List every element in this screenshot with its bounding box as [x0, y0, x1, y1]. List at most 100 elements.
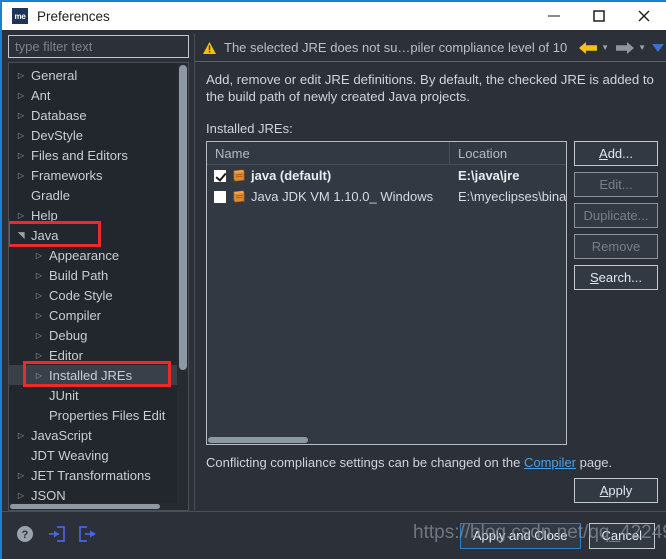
preferences-tree-container: ▷ General ▷ Ant ▷ Database ▷ DevStyle ▷ Files and…	[8, 62, 189, 511]
column-header-name[interactable]: Name	[207, 142, 450, 164]
chevron-right-icon[interactable]: ▷	[13, 171, 29, 180]
jre-name: Java JDK VM 1.10.0_ Windows	[251, 189, 434, 204]
app-icon: me	[12, 8, 28, 24]
warning-banner: The selected JRE does not su…piler compl…	[195, 34, 666, 62]
sidebar-horizontal-scrollbar[interactable]	[9, 503, 177, 510]
chevron-right-icon[interactable]: ▷	[31, 251, 47, 260]
sidebar-item-jdt-weaving[interactable]: JDT Weaving	[9, 445, 177, 465]
back-history-chevron-down-icon[interactable]: ▼	[600, 43, 613, 52]
chevron-right-icon[interactable]: ▷	[13, 131, 29, 140]
overflow-chevron-icon[interactable]	[650, 42, 666, 54]
table-horizontal-scrollbar[interactable]	[207, 436, 566, 444]
back-button[interactable]	[576, 40, 600, 56]
minimize-button[interactable]	[531, 2, 576, 30]
jre-checkbox[interactable]	[214, 190, 226, 203]
search-button[interactable]: Search...	[574, 265, 658, 290]
chevron-right-icon[interactable]: ▷	[31, 311, 47, 320]
apply-button-rest: pply	[608, 483, 633, 498]
add-button[interactable]: Add...	[574, 141, 658, 166]
maximize-button[interactable]	[576, 2, 621, 30]
jre-table[interactable]: Name Location java (default) E:\java\jre J…	[206, 141, 567, 445]
help-icon[interactable]: ?	[16, 525, 34, 546]
dialog-footer: ? Apply and Close Cancel	[2, 511, 666, 559]
warning-icon	[202, 41, 217, 55]
sidebar-item-label: Database	[31, 107, 87, 123]
chevron-right-icon[interactable]: ▷	[13, 91, 29, 100]
sidebar-item-compiler[interactable]: ▷ Compiler	[9, 305, 177, 325]
sidebar-item-gradle[interactable]: Gradle	[9, 185, 177, 205]
search-input[interactable]	[8, 35, 189, 58]
import-preferences-icon[interactable]	[46, 525, 66, 546]
apply-button[interactable]: Apply	[574, 478, 658, 503]
sidebar-item-database[interactable]: ▷ Database	[9, 105, 177, 125]
table-row[interactable]: Java JDK VM 1.10.0_ Windows E:\myeclipses…	[207, 186, 566, 207]
preferences-tree[interactable]: ▷ General ▷ Ant ▷ Database ▷ DevStyle ▷ Files and…	[9, 63, 177, 510]
sidebar-item-help[interactable]: ▷ Help	[9, 205, 177, 225]
chevron-right-icon[interactable]: ▷	[31, 291, 47, 300]
sidebar-item-debug[interactable]: ▷ Debug	[9, 325, 177, 345]
sidebar-item-label: Files and Editors	[31, 147, 128, 163]
sidebar-vertical-scrollbar[interactable]	[177, 63, 188, 510]
sidebar-item-json[interactable]: ▷ JSON	[9, 485, 177, 505]
sidebar-item-label: Ant	[31, 87, 51, 103]
sidebar-item-frameworks[interactable]: ▷ Frameworks	[9, 165, 177, 185]
table-row[interactable]: java (default) E:\java\jre	[207, 165, 566, 186]
compiler-link[interactable]: Compiler	[524, 455, 576, 470]
forward-history-chevron-down-icon[interactable]: ▼	[637, 43, 650, 52]
sidebar-item-devstyle[interactable]: ▷ DevStyle	[9, 125, 177, 145]
chevron-right-icon[interactable]: ▷	[13, 431, 29, 440]
sidebar-scrollbar-thumb[interactable]	[179, 65, 187, 370]
forward-button	[613, 40, 637, 56]
sidebar-item-label: Build Path	[49, 267, 109, 283]
sidebar-item-general[interactable]: ▷ General	[9, 65, 177, 85]
jre-location: E:\myeclipses\binary\	[458, 189, 566, 204]
chevron-right-icon[interactable]: ▷	[13, 211, 29, 220]
sidebar-item-code-style[interactable]: ▷ Code Style	[9, 285, 177, 305]
cell-name: Java JDK VM 1.10.0_ Windows	[207, 189, 450, 204]
remove-button: Remove	[574, 234, 658, 259]
window-title: Preferences	[37, 8, 110, 24]
apply-and-close-button[interactable]: Apply and Close	[459, 522, 581, 549]
sidebar-item-label: Frameworks	[31, 167, 103, 183]
export-preferences-icon[interactable]	[78, 525, 98, 546]
filter-row	[6, 34, 191, 61]
chevron-down-icon[interactable]: ◢	[16, 227, 27, 243]
chevron-right-icon[interactable]: ▷	[31, 351, 47, 360]
sidebar-item-label: Compiler	[49, 307, 102, 323]
sidebar-item-java[interactable]: ◢ Java	[9, 225, 177, 245]
chevron-right-icon[interactable]: ▷	[13, 111, 29, 120]
sidebar-item-javascript[interactable]: ▷ JavaScript	[9, 425, 177, 445]
edit-button: Edit...	[574, 172, 658, 197]
sidebar-hscrollbar-thumb[interactable]	[10, 504, 160, 509]
chevron-right-icon[interactable]: ▷	[13, 151, 29, 160]
sidebar-item-junit[interactable]: JUnit	[9, 385, 177, 405]
chevron-right-icon[interactable]: ▷	[13, 471, 29, 480]
sidebar-item-label: General	[31, 67, 78, 83]
sidebar-item-editor[interactable]: ▷ Editor	[9, 345, 177, 365]
table-body: java (default) E:\java\jre Java JDK VM 1.1…	[207, 165, 566, 436]
cancel-button[interactable]: Cancel	[588, 522, 655, 549]
chevron-right-icon[interactable]: ▷	[31, 331, 47, 340]
sidebar-item-files-and-editors[interactable]: ▷ Files and Editors	[9, 145, 177, 165]
sidebar-item-label: DevStyle	[31, 127, 84, 143]
close-button[interactable]	[621, 2, 666, 30]
sidebar-item-appearance[interactable]: ▷ Appearance	[9, 245, 177, 265]
sidebar-item-jet-transformations[interactable]: ▷ JET Transformations	[9, 465, 177, 485]
chevron-right-icon[interactable]: ▷	[13, 71, 29, 80]
sidebar-item-installed-jres[interactable]: ▷ Installed JREs	[9, 365, 177, 385]
sidebar-item-build-path[interactable]: ▷ Build Path	[9, 265, 177, 285]
column-header-location[interactable]: Location	[450, 142, 566, 164]
sidebar-item-label: Gradle	[31, 187, 71, 203]
chevron-right-icon[interactable]: ▷	[31, 371, 47, 380]
footnote-suffix: page.	[576, 455, 613, 470]
chevron-right-icon[interactable]: ▷	[31, 271, 47, 280]
jre-table-row: Name Location java (default) E:\java\jre J…	[206, 141, 666, 445]
table-hscrollbar-thumb[interactable]	[208, 437, 308, 443]
title-bar: me Preferences	[2, 0, 666, 30]
content-area: ▷General▷Ant▷Database▷DevStyle▷Files and…	[2, 30, 666, 511]
jre-checkbox[interactable]	[214, 169, 226, 182]
sidebar-item-properties-files-edit[interactable]: Properties Files Edit	[9, 405, 177, 425]
sidebar-item-ant[interactable]: ▷ Ant	[9, 85, 177, 105]
sidebar-item-label: Installed JREs	[49, 367, 133, 383]
chevron-right-icon[interactable]: ▷	[13, 491, 29, 500]
